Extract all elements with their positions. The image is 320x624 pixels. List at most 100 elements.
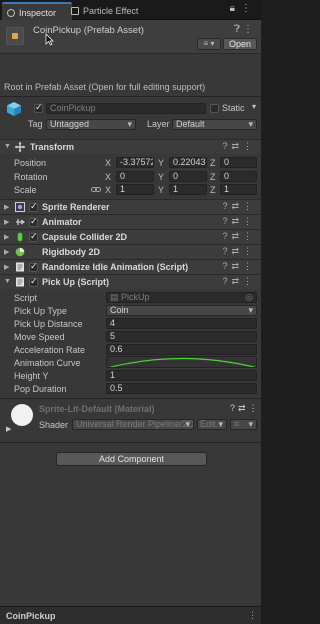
component-enabled-checkbox[interactable] [29,201,38,212]
tag-dropdown[interactable]: Untagged [46,119,136,130]
pickup-script-header[interactable]: ▼ Pick Up (Script) ?⇄⋮ [0,274,261,289]
kebab-menu-icon[interactable]: ⋮ [243,216,256,226]
asset-header: CoinPickup (Prefab Asset) ❓︎⋮ ≡ ▾ Open [0,20,261,54]
overrides-dropdown[interactable]: ≡ ▾ [196,38,221,50]
rotation-label: Rotation [14,172,48,182]
presets-icon[interactable]: ⇄ [231,201,243,211]
tag-label: Tag [28,119,43,129]
height-y-field[interactable]: 1 [106,370,257,381]
static-label: Static [222,103,245,113]
collapse-arrow-icon[interactable]: ▶ [4,263,9,271]
collapse-arrow-icon[interactable]: ▶ [4,248,9,256]
help-icon[interactable]: ? [230,403,238,413]
presets-icon[interactable]: ⇄ [231,276,243,286]
kebab-menu-icon[interactable]: ⋮ [249,403,261,413]
sprite-renderer-header[interactable]: ▶ Sprite Renderer ?⇄⋮ [0,199,261,214]
component-enabled-checkbox[interactable] [29,216,38,227]
expand-arrow-icon[interactable]: ▼ [4,278,11,285]
script-field: ▤ PickUp ◎ [106,292,257,303]
presets-icon[interactable]: ⇄ [231,231,243,241]
static-dropdown-arrow-icon[interactable]: ▾ [252,102,256,111]
kebab-menu-icon[interactable]: ⋮ [241,3,257,14]
divider [0,398,261,399]
presets-icon[interactable]: ⇄ [231,246,243,256]
add-component-button[interactable]: Add Component [56,452,207,466]
acceleration-rate-label: Acceleration Rate [14,345,86,355]
pickup-distance-label: Pick Up Distance [14,319,83,329]
component-title: Randomize Idle Animation (Script) [42,262,189,272]
collapse-arrow-icon[interactable]: ▶ [4,203,9,211]
tab-inspector[interactable]: Inspector [2,2,72,20]
component-enabled-checkbox[interactable] [29,276,38,287]
scale-y-field[interactable]: 1 [169,184,207,195]
kebab-menu-icon[interactable]: ⋮ [243,201,256,211]
presets-icon[interactable]: ⇄ [231,216,243,226]
component-enabled-checkbox[interactable] [29,231,38,242]
transform-icon [15,142,25,152]
layer-label: Layer [147,119,170,129]
randomize-idle-animation-header[interactable]: ▶ Randomize Idle Animation (Script) ?⇄⋮ [0,259,261,274]
script-icon [16,277,24,287]
collapse-arrow-icon[interactable]: ▶ [4,233,9,241]
component-title: Rigidbody 2D [42,247,100,257]
tab-particle-effect[interactable]: Particle Effect [66,2,156,20]
kebab-menu-icon[interactable]: ⋮ [243,276,256,286]
pickup-type-label: Pick Up Type [14,306,67,316]
kebab-menu-icon[interactable]: ⋮ [243,261,256,271]
pop-duration-field[interactable]: 0.5 [106,383,257,394]
rotation-y-field[interactable]: 0 [169,171,207,182]
layer-dropdown[interactable]: Default [172,119,257,130]
animator-icon [16,219,25,225]
kebab-menu-icon[interactable]: ⋮ [243,141,256,151]
move-speed-field[interactable]: 5 [106,331,257,342]
help-icon[interactable]: ❓︎ [234,24,243,35]
presets-icon[interactable]: ⇄ [238,403,249,413]
preview-footer[interactable]: CoinPickup ⋮ [0,606,261,624]
component-enabled-checkbox[interactable] [29,261,38,272]
link-icon[interactable] [91,185,101,194]
rotation-z-field[interactable]: 0 [220,171,257,182]
shader-options-dropdown: ≡ [230,419,257,430]
script-label: Script [14,293,38,303]
animation-curve-field[interactable] [106,356,257,368]
collapse-arrow-icon[interactable]: ▶ [4,218,9,226]
scale-x-field[interactable]: 1 [116,184,154,195]
active-checkbox[interactable] [34,102,43,113]
collapse-arrow-icon[interactable]: ▶ [6,425,11,433]
kebab-menu-icon[interactable]: ⋮ [243,231,256,241]
position-y-field[interactable]: 0.220437 [169,157,207,168]
scale-z-field[interactable]: 1 [220,184,257,195]
presets-icon[interactable]: ⇄ [231,141,243,151]
presets-icon[interactable]: ⇄ [231,261,243,271]
pickup-distance-field[interactable]: 4 [106,318,257,329]
rigidbody-icon [15,247,25,257]
footer-title: CoinPickup [6,611,56,621]
kebab-menu-icon[interactable]: ⋮ [243,246,256,256]
position-label: Position [14,158,47,168]
acceleration-rate-field[interactable]: 0.6 [106,344,257,355]
animator-header[interactable]: ▶ Animator ?⇄⋮ [0,214,261,229]
static-checkbox[interactable] [210,104,219,113]
transform-header[interactable]: ▼ Transform ?⇄⋮ [0,139,261,154]
position-z-field[interactable]: 0 [220,157,257,168]
open-button[interactable]: Open [222,38,257,50]
gameobject-name-field[interactable]: CoinPickup [46,103,206,114]
pickup-type-dropdown[interactable]: Coin [106,305,257,316]
rigidbody-header[interactable]: ▶ Rigidbody 2D ?⇄⋮ [0,244,261,259]
position-x-field[interactable]: -3.37572 [116,157,154,168]
shader-label: Shader [39,420,69,430]
rotation-x-field[interactable]: 0 [116,171,154,182]
gameobject-header: CoinPickup Static ▾ Tag Untagged Layer D… [0,98,261,136]
lock-icon[interactable]: 🔒︎ [230,3,241,14]
pop-duration-label: Pop Duration [14,384,67,394]
kebab-menu-icon[interactable]: ⋮ [243,24,256,35]
divider [0,96,261,97]
shader-dropdown: Universal Render Pipeline/2D [72,419,194,430]
kebab-menu-icon[interactable]: ⋮ [248,610,257,621]
material-preview [11,404,33,426]
mouse-cursor-icon [45,33,54,46]
capsule-collider-header[interactable]: ▶ Capsule Collider 2D ?⇄⋮ [0,229,261,244]
capsule-collider-icon [17,232,23,242]
expand-arrow-icon[interactable]: ▼ [4,143,11,150]
component-title: Animator [42,217,82,227]
